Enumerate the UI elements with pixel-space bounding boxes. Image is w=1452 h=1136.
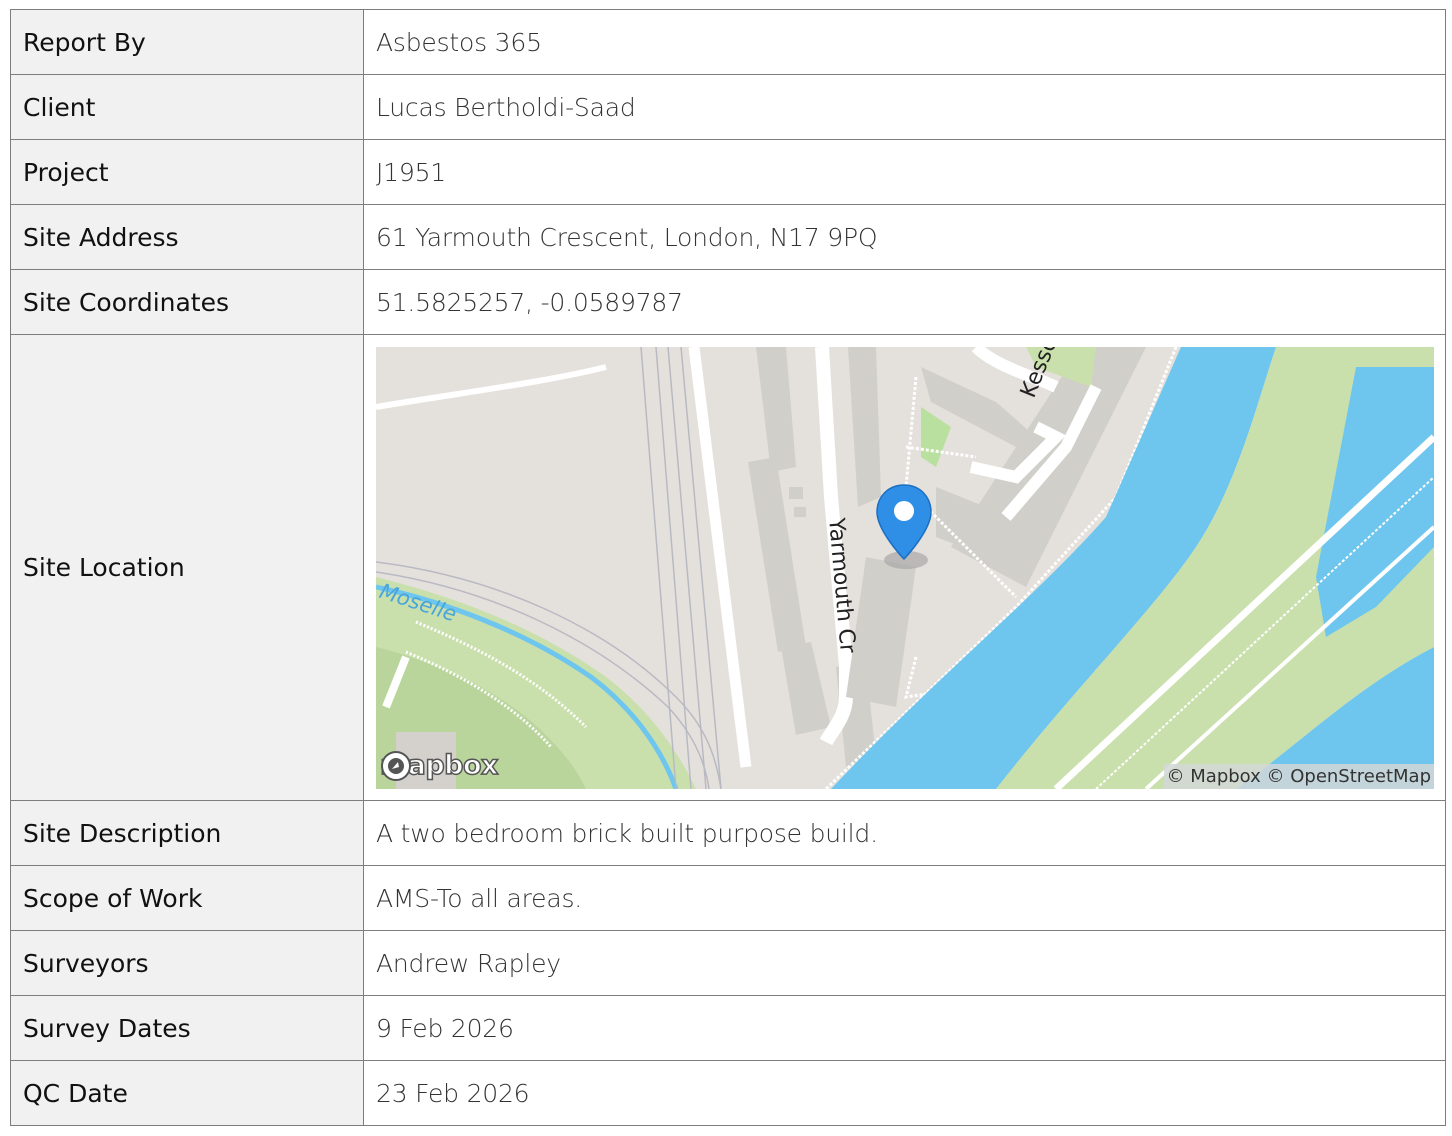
- report-by-label: Report By: [10, 9, 364, 75]
- row-site-coordinates: Site Coordinates 51.5825257, -0.0589787: [10, 269, 1446, 335]
- qc-date-label: QC Date: [10, 1060, 364, 1126]
- row-client: Client Lucas Bertholdi-Saad: [10, 74, 1446, 140]
- row-site-address: Site Address 61 Yarmouth Crescent, Londo…: [10, 204, 1446, 270]
- qc-date-value: 23 Feb 2026: [363, 1060, 1446, 1126]
- map-attribution[interactable]: © Mapbox © OpenStreetMap: [1163, 763, 1434, 789]
- site-location-label: Site Location: [10, 334, 364, 801]
- client-label: Client: [10, 74, 364, 140]
- row-site-location: Site Location Yarmouth Cr Moselle mapbox…: [10, 334, 1446, 801]
- location-pin-icon[interactable]: [874, 481, 934, 561]
- scope-of-work-label: Scope of Work: [10, 865, 364, 931]
- survey-dates-label: Survey Dates: [10, 995, 364, 1061]
- site-info-table: Report By Asbestos 365 Client Lucas Bert…: [10, 9, 1446, 1126]
- site-address-label: Site Address: [10, 204, 364, 270]
- site-coordinates-value: 51.5825257, -0.0589787: [363, 269, 1446, 335]
- site-description-label: Site Description: [10, 800, 364, 866]
- surveyors-value: Andrew Rapley: [363, 930, 1446, 996]
- project-value: J1951: [363, 139, 1446, 205]
- project-label: Project: [10, 139, 364, 205]
- row-surveyors: Surveyors Andrew Rapley: [10, 930, 1446, 996]
- row-survey-dates: Survey Dates 9 Feb 2026: [10, 995, 1446, 1061]
- site-address-value: 61 Yarmouth Crescent, London, N17 9PQ: [363, 204, 1446, 270]
- survey-dates-value: 9 Feb 2026: [363, 995, 1446, 1061]
- row-qc-date: QC Date 23 Feb 2026: [10, 1060, 1446, 1126]
- scope-of-work-value: AMS-To all areas.: [363, 865, 1446, 931]
- row-scope-of-work: Scope of Work AMS-To all areas.: [10, 865, 1446, 931]
- row-report-by: Report By Asbestos 365: [10, 9, 1446, 75]
- row-site-description: Site Description A two bedroom brick bui…: [10, 800, 1446, 866]
- client-value: Lucas Bertholdi-Saad: [363, 74, 1446, 140]
- report-by-value: Asbestos 365: [363, 9, 1446, 75]
- site-coordinates-label: Site Coordinates: [10, 269, 364, 335]
- row-project: Project J1951: [10, 139, 1446, 205]
- site-description-value: A two bedroom brick built purpose build.: [363, 800, 1446, 866]
- mapbox-logo[interactable]: mapbox: [379, 749, 499, 782]
- site-location-cell: Kessock C Yarmouth Cr Moselle: [363, 334, 1446, 801]
- site-location-map[interactable]: Kessock C Yarmouth Cr Moselle: [376, 346, 1434, 789]
- surveyors-label: Surveyors: [10, 930, 364, 996]
- mapbox-logo-icon: [381, 750, 411, 781]
- map-canvas: [376, 346, 1434, 789]
